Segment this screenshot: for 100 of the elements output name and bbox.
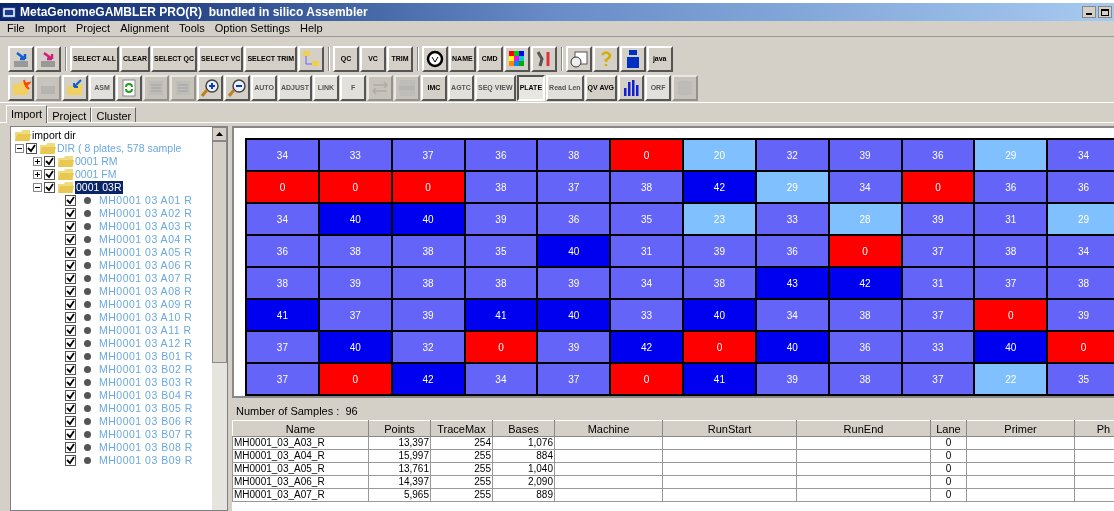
plate-well[interactable]: 0 [828, 235, 902, 267]
plate-well[interactable]: 38 [246, 267, 319, 299]
checkbox[interactable] [65, 377, 76, 388]
scroll-up-button[interactable] [212, 127, 227, 141]
tree-item[interactable]: 0001 FM [75, 168, 117, 181]
plate-well[interactable]: 31 [974, 203, 1048, 235]
tree-item[interactable]: MH0001 03 A09 R [99, 298, 193, 311]
toolbar-button[interactable] [224, 75, 250, 101]
plate-well[interactable]: 32 [391, 331, 465, 363]
scrollbar[interactable] [212, 127, 227, 510]
checkbox[interactable] [65, 247, 76, 258]
plate-well[interactable]: 36 [246, 235, 319, 267]
plate-well[interactable]: 35 [610, 203, 683, 235]
tree-item[interactable]: MH0001 03 A12 R [99, 337, 193, 350]
plate-well[interactable]: 40 [391, 203, 465, 235]
column-header[interactable]: Ph [1074, 420, 1114, 437]
menu-item[interactable]: Import [29, 20, 71, 37]
tree-item[interactable]: MH0001 03 A08 R [99, 285, 193, 298]
plate-well[interactable]: 33 [610, 299, 683, 331]
tab[interactable]: Import [6, 105, 48, 123]
plate-well[interactable]: 37 [901, 363, 975, 395]
tree-item[interactable]: MH0001 03 B03 R [99, 376, 193, 389]
plate-well[interactable]: 38 [683, 267, 756, 299]
plate-well[interactable]: 36 [974, 171, 1048, 203]
expand-icon[interactable] [33, 170, 42, 179]
plate-well[interactable]: 38 [464, 171, 538, 203]
collapse-icon[interactable] [33, 183, 42, 192]
plate-well[interactable]: 34 [1047, 139, 1114, 171]
menu-item[interactable]: Tools [174, 20, 210, 37]
tree-item[interactable]: MH0001 03 A03 R [99, 220, 193, 233]
plate-well[interactable]: 37 [391, 139, 465, 171]
tree-item[interactable]: 0001 03R [75, 181, 123, 194]
plate-well[interactable]: 36 [464, 139, 538, 171]
plate-well[interactable]: 38 [1047, 267, 1114, 299]
checkbox[interactable] [44, 169, 55, 180]
plate-well[interactable]: 40 [974, 331, 1048, 363]
tree-item[interactable]: import dir [32, 129, 76, 142]
plate-well[interactable]: 36 [1047, 171, 1114, 203]
plate-well[interactable]: 33 [755, 203, 829, 235]
plate-well[interactable]: 34 [1047, 235, 1114, 267]
toolbar-button[interactable] [503, 46, 530, 72]
minimize-button[interactable] [1082, 6, 1096, 18]
toolbar-button[interactable] [422, 46, 449, 72]
tree-item[interactable]: MH0001 03 A11 R [99, 324, 192, 337]
plate-well[interactable]: 37 [537, 171, 611, 203]
checkbox[interactable] [65, 390, 76, 401]
plate-well[interactable]: 0 [610, 139, 683, 171]
checkbox[interactable] [65, 455, 76, 466]
plate-well[interactable]: 37 [246, 363, 319, 395]
tab[interactable]: Cluster [91, 107, 137, 122]
plate-well[interactable]: 32 [755, 139, 829, 171]
column-header[interactable]: Primer [966, 420, 1075, 437]
plate-well[interactable]: 40 [318, 203, 392, 235]
column-header[interactable]: TraceMax [430, 420, 493, 437]
column-header[interactable]: Points [368, 420, 431, 437]
plate-well[interactable]: 36 [828, 331, 902, 363]
plate-well[interactable]: 31 [610, 235, 683, 267]
menu-item[interactable]: Option Settings [209, 20, 295, 37]
checkbox[interactable] [65, 299, 76, 310]
toolbar-button[interactable] [35, 46, 61, 72]
tree-item[interactable]: MH0001 03 B04 R [99, 389, 193, 402]
toolbar-button[interactable] [8, 75, 34, 101]
checkbox[interactable] [65, 260, 76, 271]
plate-well[interactable]: 42 [828, 267, 902, 299]
plate-well[interactable]: 38 [828, 363, 902, 395]
plate-well[interactable]: 40 [683, 299, 756, 331]
plate-well[interactable]: 38 [610, 171, 683, 203]
tree-item[interactable]: MH0001 03 A04 R [99, 233, 193, 246]
plate-well[interactable]: 34 [755, 299, 829, 331]
toolbar-button[interactable] [116, 75, 142, 101]
plate-well[interactable]: 0 [464, 331, 538, 363]
plate-well[interactable]: 36 [755, 235, 829, 267]
plate-well[interactable]: 37 [537, 363, 611, 395]
plate-well[interactable]: 37 [974, 267, 1048, 299]
collapse-icon[interactable] [15, 144, 24, 153]
column-header[interactable]: Lane [930, 420, 967, 437]
checkbox[interactable] [65, 273, 76, 284]
column-header[interactable]: Machine [554, 420, 663, 437]
checkbox[interactable] [65, 338, 76, 349]
menu-item[interactable]: File [2, 20, 30, 37]
plate-well[interactable]: 39 [1047, 299, 1114, 331]
checkbox[interactable] [26, 143, 37, 154]
plate-well[interactable]: 0 [1047, 331, 1114, 363]
plate-well[interactable]: 38 [391, 267, 465, 299]
plate-well[interactable]: 41 [683, 363, 756, 395]
plate-well[interactable]: 41 [246, 299, 319, 331]
plate-well[interactable]: 0 [683, 331, 756, 363]
plate-well[interactable]: 33 [901, 331, 975, 363]
checkbox[interactable] [65, 364, 76, 375]
plate-well[interactable]: 42 [610, 331, 683, 363]
plate-well[interactable]: 35 [464, 235, 538, 267]
plate-well[interactable]: 39 [464, 203, 538, 235]
plate-well[interactable]: 37 [901, 299, 975, 331]
checkbox[interactable] [65, 442, 76, 453]
column-header[interactable]: Bases [492, 420, 555, 437]
toolbar-button[interactable] [8, 46, 34, 72]
plate-well[interactable]: 34 [464, 363, 538, 395]
checkbox[interactable] [44, 182, 55, 193]
column-header[interactable]: RunEnd [796, 420, 931, 437]
plate-well[interactable]: 31 [901, 267, 975, 299]
